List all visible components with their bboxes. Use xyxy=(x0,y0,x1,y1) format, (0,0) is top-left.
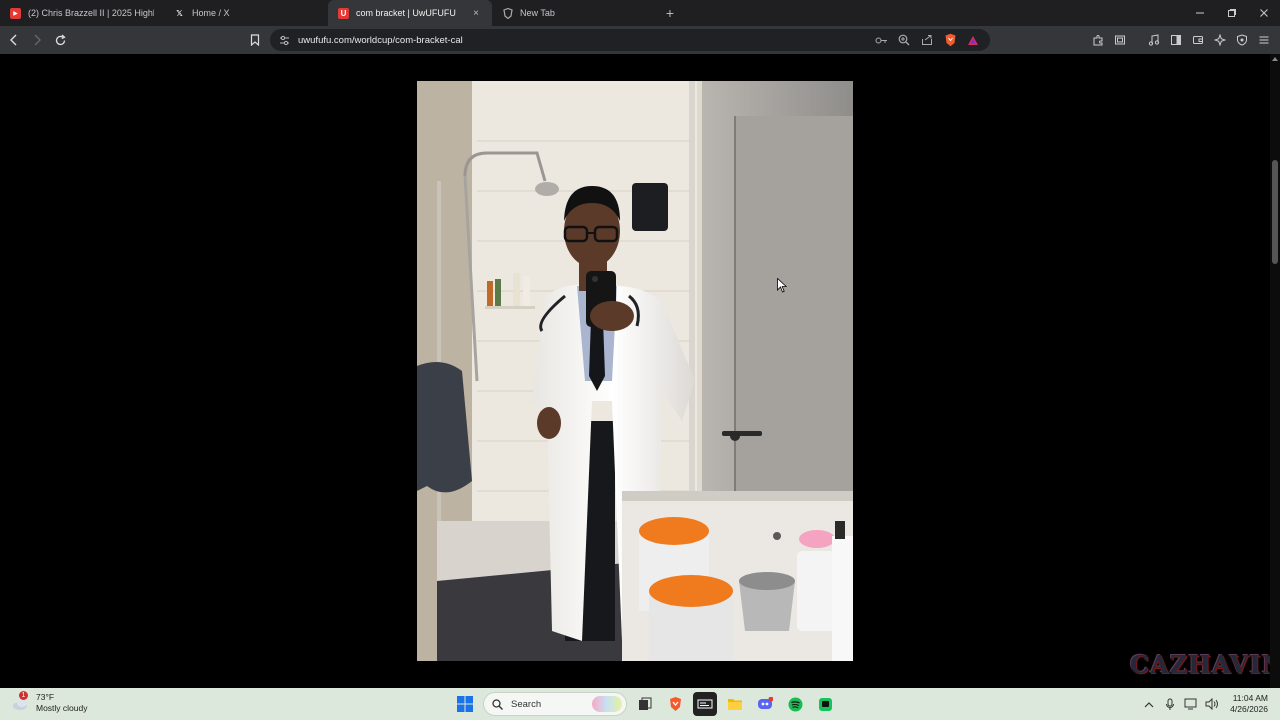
scrollbar-thumb[interactable] xyxy=(1272,160,1278,264)
brave-icon xyxy=(502,7,513,19)
vpn-shield-icon[interactable] xyxy=(1232,30,1252,50)
new-tab-button[interactable]: + xyxy=(660,0,680,26)
minimize-button[interactable] xyxy=(1184,0,1216,26)
search-icon xyxy=(492,698,503,710)
tab-title: New Tab xyxy=(520,8,555,18)
notification-badge: 1 xyxy=(19,691,28,700)
window-controls xyxy=(1184,0,1280,26)
restore-button[interactable] xyxy=(1216,0,1248,26)
extensions-icon[interactable] xyxy=(1088,30,1108,50)
wallet-icon[interactable] xyxy=(1188,30,1208,50)
clock-date: 4/26/2026 xyxy=(1230,704,1268,714)
uwufufu-icon: U xyxy=(338,7,349,19)
obs-app-icon[interactable] xyxy=(693,692,717,716)
brave-rewards-icon[interactable] xyxy=(964,31,982,49)
zoom-icon[interactable] xyxy=(895,31,913,49)
tab-title: (2) Chris Brazzell II | 2025 Highlights xyxy=(28,8,154,18)
mouse-cursor-icon xyxy=(777,277,788,298)
tab-youtube[interactable]: ▶ (2) Chris Brazzell II | 2025 Highlight… xyxy=(0,0,164,26)
volume-icon[interactable] xyxy=(1203,695,1221,713)
tab-strip: ▶ (2) Chris Brazzell II | 2025 Highlight… xyxy=(0,0,1280,26)
scroll-up-arrow-icon[interactable] xyxy=(1272,57,1278,61)
network-icon[interactable] xyxy=(1182,695,1200,713)
brave-shields-icon[interactable] xyxy=(941,31,959,49)
spotify-icon[interactable] xyxy=(783,692,807,716)
browser-toolbar: uwufufu.com/worldcup/com-bracket-cal xyxy=(0,26,1280,54)
stream-watermark-logo: CAZHAVIN xyxy=(1130,650,1280,679)
weather-temp: 73°F xyxy=(36,692,55,702)
tab-capture-icon[interactable] xyxy=(1110,30,1130,50)
youtube-icon: ▶ xyxy=(10,7,21,19)
leo-ai-icon[interactable] xyxy=(1210,30,1230,50)
address-bar[interactable]: uwufufu.com/worldcup/com-bracket-cal xyxy=(270,29,990,51)
toolbar-divider xyxy=(1132,30,1142,50)
system-tray: 11:04 AM 4/26/2026 xyxy=(1140,688,1280,720)
page-scrollbar[interactable] xyxy=(1270,54,1280,688)
task-view-icon[interactable] xyxy=(633,692,657,716)
file-explorer-icon[interactable] xyxy=(723,692,747,716)
weather-condition: Mostly cloudy xyxy=(36,703,88,713)
brave-browser-icon[interactable] xyxy=(663,692,687,716)
url-actions xyxy=(872,31,990,49)
share-icon[interactable] xyxy=(918,31,936,49)
menu-icon[interactable] xyxy=(1254,30,1274,50)
x-icon: 𝕏 xyxy=(176,8,183,18)
close-window-button[interactable] xyxy=(1248,0,1280,26)
search-placeholder: Search xyxy=(511,698,542,710)
discord-icon[interactable] xyxy=(753,692,777,716)
search-highlight-icon xyxy=(592,696,622,712)
taskbar-apps: Search xyxy=(453,692,837,716)
tab-close-icon[interactable]: × xyxy=(470,7,482,19)
url-text[interactable]: uwufufu.com/worldcup/com-bracket-cal xyxy=(298,35,872,46)
windows-taskbar: 1 73°F Mostly cloudy Search 11:04 AM 4/2… xyxy=(0,688,1280,720)
chat-app-icon[interactable] xyxy=(813,692,837,716)
music-icon[interactable] xyxy=(1144,30,1164,50)
key-icon[interactable] xyxy=(872,31,890,49)
bracket-candidate-photo[interactable] xyxy=(417,81,853,661)
microphone-icon[interactable] xyxy=(1161,695,1179,713)
tab-title: Home / X xyxy=(192,8,230,18)
windows-start-icon[interactable] xyxy=(453,692,477,716)
weather-widget[interactable]: 1 73°F Mostly cloudy xyxy=(12,691,88,714)
page-content: CAZHAVIN xyxy=(0,54,1280,688)
taskbar-clock[interactable]: 11:04 AM 4/26/2026 xyxy=(1230,693,1268,715)
forward-button[interactable] xyxy=(27,30,47,50)
tab-uwufufu[interactable]: U com bracket | UwUFUFU × xyxy=(328,0,492,26)
weather-text: 73°F Mostly cloudy xyxy=(36,692,88,714)
clock-time: 11:04 AM xyxy=(1232,693,1268,703)
site-settings-icon[interactable] xyxy=(278,34,290,46)
tab-x[interactable]: 𝕏 Home / X xyxy=(164,0,328,26)
bookmark-icon[interactable] xyxy=(247,30,263,50)
tab-title: com bracket | UwUFUFU xyxy=(356,8,456,18)
chevron-up-icon[interactable] xyxy=(1140,695,1158,713)
sidebar-icon[interactable] xyxy=(1166,30,1186,50)
extensions-area xyxy=(1088,30,1274,50)
reload-button[interactable] xyxy=(50,30,70,50)
back-button[interactable] xyxy=(4,30,24,50)
taskbar-search-box[interactable]: Search xyxy=(483,692,627,716)
cloudy-weather-icon: 1 xyxy=(12,691,30,712)
tab-new-tab[interactable]: New Tab xyxy=(492,0,656,26)
